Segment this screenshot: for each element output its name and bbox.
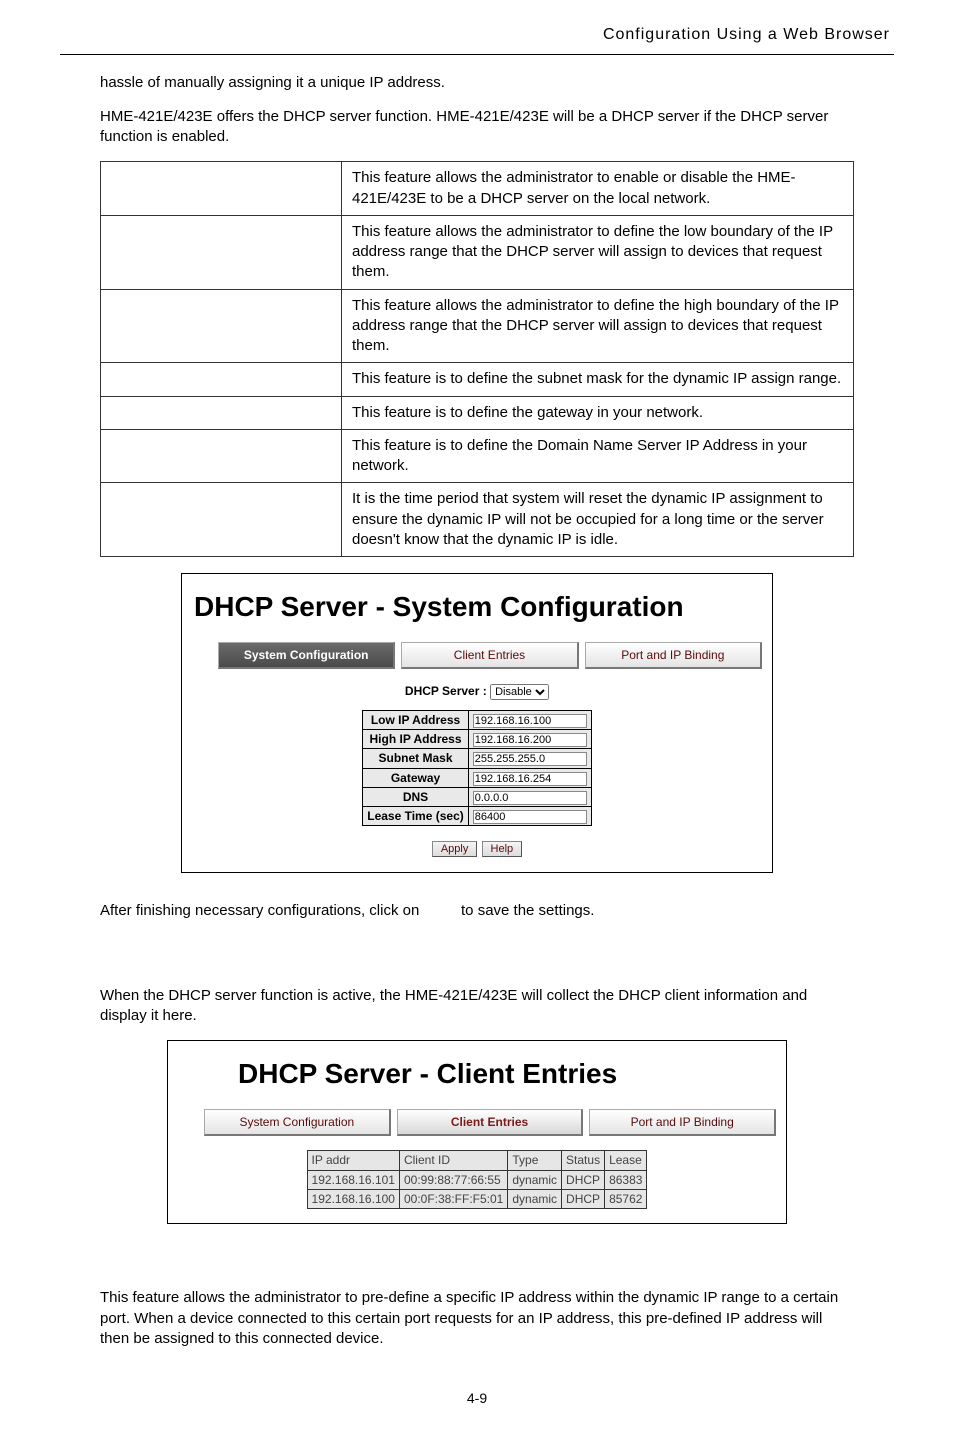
feature-cell: This feature allows the administrator to… — [342, 289, 854, 363]
col-ip: IP addr — [307, 1151, 399, 1170]
page-header: Configuration Using a Web Browser — [60, 20, 894, 55]
subnet-mask-label: Subnet Mask — [363, 749, 469, 768]
feature-cell: This feature allows the administrator to… — [342, 215, 854, 289]
feature-table: This feature allows the administrator to… — [100, 161, 854, 557]
intro-line-2: HME-421E/423E offers the DHCP server fun… — [100, 107, 854, 148]
shot2-title: DHCP Server - Client Entries — [168, 1041, 786, 1105]
dhcp-server-label: DHCP Server : — [405, 684, 487, 698]
shot1-title: DHCP Server - System Configuration — [182, 574, 772, 638]
help-button[interactable]: Help — [482, 841, 523, 857]
intro-line-1: hassle of manually assigning it a unique… — [100, 73, 854, 93]
feature-cell: This feature is to define the gateway in… — [342, 396, 854, 429]
low-ip-input[interactable] — [473, 714, 587, 728]
high-ip-input[interactable] — [473, 733, 587, 747]
gateway-label: Gateway — [363, 768, 469, 787]
tab-port-ip-binding[interactable]: Port and IP Binding — [589, 1109, 776, 1136]
feature-cell: It is the time period that system will r… — [342, 483, 854, 557]
client-entries-paragraph: When the DHCP server function is active,… — [100, 986, 854, 1027]
dns-input[interactable] — [473, 791, 587, 805]
tab-system-configuration[interactable]: System Configuration — [218, 642, 395, 669]
col-status: Status — [562, 1151, 605, 1170]
port-binding-paragraph: This feature allows the administrator to… — [100, 1288, 854, 1349]
after-shot1-text: After finishing necessary configurations… — [100, 901, 854, 921]
col-lease: Lease — [605, 1151, 647, 1170]
table-row: 192.168.16.100 00:0F:38:FF:F5:01 dynamic… — [307, 1189, 647, 1208]
feature-cell: This feature is to define the subnet mas… — [342, 363, 854, 396]
tab-system-configuration[interactable]: System Configuration — [204, 1109, 391, 1136]
screenshot-client-entries: DHCP Server - Client Entries System Conf… — [167, 1040, 787, 1224]
col-type: Type — [508, 1151, 562, 1170]
gateway-input[interactable] — [473, 772, 587, 786]
subnet-mask-input[interactable] — [473, 752, 587, 766]
lease-time-label: Lease Time (sec) — [363, 807, 469, 826]
apply-button[interactable]: Apply — [432, 841, 478, 857]
low-ip-label: Low IP Address — [363, 711, 469, 730]
screenshot-sysconfig: DHCP Server - System Configuration Syste… — [181, 573, 773, 873]
high-ip-label: High IP Address — [363, 730, 469, 749]
config-form-table: Low IP Address High IP Address Subnet Ma… — [362, 710, 592, 826]
col-client-id: Client ID — [399, 1151, 507, 1170]
client-table: IP addr Client ID Type Status Lease 192.… — [307, 1150, 648, 1209]
dhcp-server-select[interactable]: Disable — [490, 684, 549, 700]
dns-label: DNS — [363, 787, 469, 806]
lease-time-input[interactable] — [473, 810, 587, 824]
tab-client-entries[interactable]: Client Entries — [397, 1109, 584, 1136]
page-number: 4-9 — [60, 1389, 894, 1408]
tab-port-ip-binding[interactable]: Port and IP Binding — [585, 642, 762, 669]
table-row: 192.168.16.101 00:99:88:77:66:55 dynamic… — [307, 1170, 647, 1189]
feature-cell: This feature is to define the Domain Nam… — [342, 429, 854, 483]
tab-client-entries[interactable]: Client Entries — [401, 642, 578, 669]
feature-cell: This feature allows the administrator to… — [342, 162, 854, 216]
